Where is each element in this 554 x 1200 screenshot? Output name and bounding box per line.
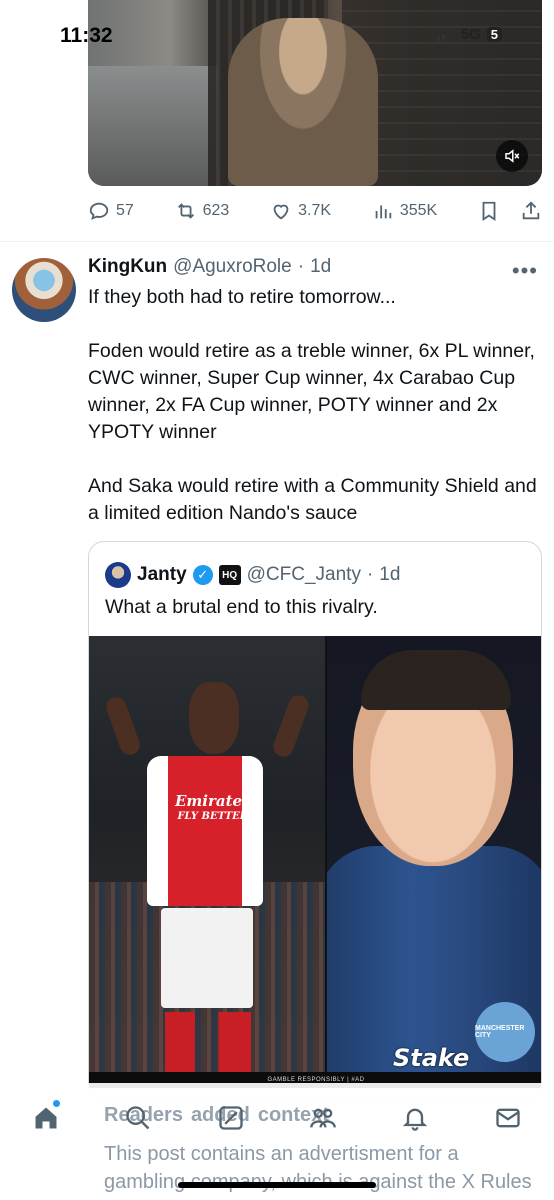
tab-home[interactable] [26,1100,66,1136]
views-button[interactable]: 355K [372,200,437,222]
quote-avatar[interactable] [105,562,131,588]
quote-author-name[interactable]: Janty [137,564,187,586]
home-icon [35,1107,57,1129]
post-paragraph: If they both had to retire tomorrow... [88,286,396,308]
white-shorts [161,908,253,1008]
bookmark-button[interactable] [478,200,500,222]
club-badge-icon: MANCHESTER CITY [475,1002,535,1062]
post-body: If they both had to retire tomorrow... F… [88,284,544,554]
post-divider [0,241,554,242]
quote-author-handle[interactable]: @CFC_Janty [247,564,361,586]
views-count: 355K [399,202,438,219]
red-socks [165,1012,251,1072]
bottom-tabbar [0,1098,554,1138]
tab-search[interactable] [118,1100,158,1136]
reply-button[interactable]: 57 [88,200,134,222]
repost-icon [177,203,194,219]
post-header: KingKun @AguxroRole · 1d [88,256,331,278]
player-photo-left: Emirates FLY BETTER [89,636,325,1072]
author-handle[interactable]: @AguxroRole [173,256,292,278]
signal-icon [436,28,455,41]
network-label: 5G [460,26,481,43]
verified-icon: ✓ [192,565,213,585]
avatar[interactable] [12,258,76,322]
shirt-sponsor-line2: FLY BETTER [177,811,249,822]
shirt-sponsor: Emirates FLY BETTER [175,794,251,824]
author-name[interactable]: KingKun [88,256,167,278]
share-button[interactable] [520,200,542,222]
shirt-sponsor-line1: Emirates [175,792,251,810]
tab-communities[interactable] [303,1100,343,1136]
share-icon [522,201,540,220]
search-icon [126,1106,150,1130]
more-options-icon[interactable]: ••• [512,258,538,284]
context-note-body: This post contains an advertisment for a… [104,1143,532,1200]
reply-icon [89,202,109,220]
repost-count: 623 [202,202,230,219]
tab-grok[interactable] [211,1100,251,1136]
communities-icon [310,1108,336,1128]
quote-time[interactable]: 1d [379,564,400,586]
affiliate-badge-icon: HQ [218,565,241,585]
player-head [189,682,239,754]
player-hair [361,650,511,710]
like-button[interactable]: 3.7K [270,200,331,222]
messages-icon [496,1108,520,1128]
video-street [88,66,218,186]
tab-messages[interactable] [488,1100,528,1136]
battery-icon: 5 [486,27,502,42]
home-indicator[interactable] [178,1182,376,1188]
video-figure [228,18,378,186]
status-time: 11:32 [60,24,113,47]
tab-notifications[interactable] [395,1100,435,1136]
player-photo-right: MANCHESTER CITY [327,636,541,1072]
arm-right [270,692,312,760]
quote-media-image[interactable]: Emirates FLY BETTER MANCHESTER CITY Stak… [89,636,541,1088]
like-count: 3.7K [298,202,332,219]
quote-header: Janty ✓ HQ @CFC_Janty · 1d [105,562,400,588]
red-shirt [147,756,263,906]
quote-text: What a brutal end to this rivalry. [105,596,378,618]
separator-dot: · [297,256,305,277]
repost-button[interactable]: 623 [175,200,230,222]
speaker-muted-icon[interactable] [496,140,528,172]
grok-icon [219,1106,243,1130]
separator-dot: · [366,564,374,585]
quoted-post[interactable]: Janty ✓ HQ @CFC_Janty · 1d What a brutal… [88,541,542,1101]
post-paragraph: Foden would retire as a treble winner, 6… [88,340,535,443]
notifications-icon [403,1108,428,1131]
prev-post-actions: 57 623 3.7K 355K [88,196,542,226]
heart-icon [273,204,289,220]
post-paragraph: And Saka would retire with a Community S… [88,475,537,524]
bookmark-icon [482,201,496,221]
post-time[interactable]: 1d [310,256,331,278]
views-icon [375,205,392,219]
status-indicators: 5G 5 [436,26,502,43]
arm-left [103,694,143,758]
action-tail [478,200,542,222]
reply-count: 57 [116,202,134,219]
sponsor-logo: Stake [393,1044,470,1072]
